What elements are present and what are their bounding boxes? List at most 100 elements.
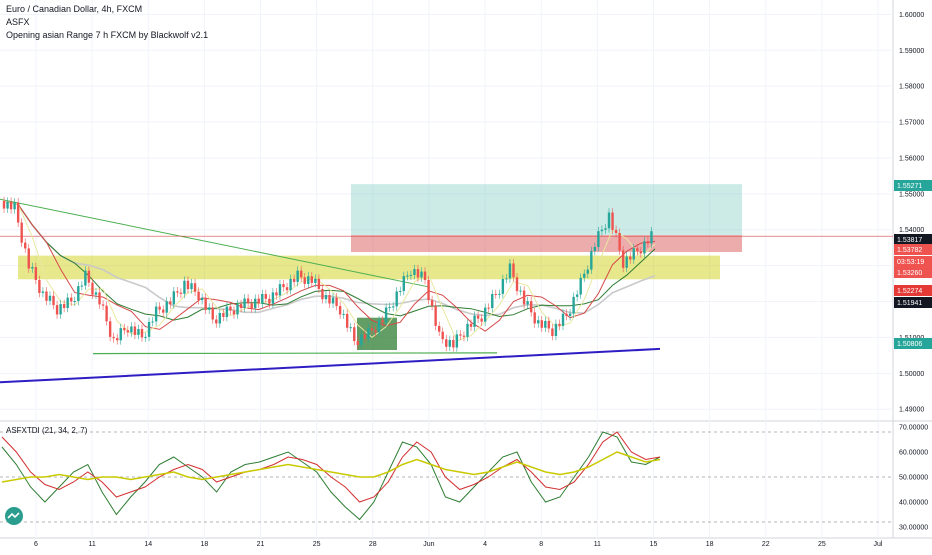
time-tick-label: 11 <box>594 541 601 548</box>
candle-body <box>45 291 48 301</box>
candle-body <box>519 290 522 292</box>
candle-body <box>388 306 391 308</box>
candle-body <box>554 323 558 336</box>
candle-body <box>172 291 176 305</box>
candle-body <box>416 269 420 278</box>
indicator-asian-range-label: Opening asian Range 7 h FXCM by Blackwol… <box>6 30 209 40</box>
candle-body <box>16 202 20 223</box>
candle-body <box>225 306 229 317</box>
candle-body <box>186 280 190 290</box>
price-tag-label: 1.50806 <box>897 341 922 348</box>
candle-body <box>31 267 34 269</box>
support-line <box>92 352 498 355</box>
candle-body <box>94 292 98 295</box>
candle-body <box>296 270 299 282</box>
time-tick-label: Jul <box>874 541 883 548</box>
osc-tick-label: 40.00000 <box>899 500 928 507</box>
candle-body <box>144 336 147 338</box>
candle-body <box>349 327 352 329</box>
candle-body <box>154 306 158 322</box>
candle-body <box>537 320 540 324</box>
candle-body <box>381 320 384 323</box>
candle-body <box>558 323 561 326</box>
candle-body <box>98 292 101 305</box>
osc-tick-label: 60.00000 <box>899 450 928 457</box>
candle-body <box>151 321 154 323</box>
candle-body <box>505 278 508 280</box>
candle-body <box>73 301 76 302</box>
candle-body <box>515 277 519 292</box>
candle-body <box>353 327 356 342</box>
candle-body <box>512 263 515 278</box>
candle-body <box>491 294 494 308</box>
candle-body <box>621 250 625 268</box>
candle-body <box>165 301 168 313</box>
candle-body <box>13 202 16 210</box>
candle-body <box>183 280 186 294</box>
candle-body <box>331 297 335 304</box>
candle-body <box>618 232 621 251</box>
candle-body <box>544 320 547 328</box>
candle-body <box>9 201 13 210</box>
candle-body <box>501 278 505 294</box>
candle-body <box>370 328 374 331</box>
candle-body <box>420 271 423 278</box>
time-tick-label: 18 <box>201 541 209 548</box>
candle-body <box>317 278 321 289</box>
price-tick-label: 1.58000 <box>899 84 924 91</box>
time-tick-label: 21 <box>257 541 265 548</box>
candle-body <box>285 287 289 291</box>
candle-body <box>292 278 296 282</box>
candle-body <box>66 297 69 308</box>
candle-body <box>604 228 607 230</box>
candle-body <box>586 269 589 274</box>
candle-body <box>643 241 646 254</box>
time-tick-label: 25 <box>313 541 321 548</box>
candle-body <box>494 294 497 295</box>
candle-body <box>80 285 84 287</box>
candle-body <box>158 306 161 310</box>
candle-body <box>87 270 91 283</box>
candle-body <box>335 297 338 307</box>
indicator-asfx-label: ASFX <box>6 17 30 27</box>
candle-body <box>579 277 582 295</box>
candle-body <box>208 307 211 310</box>
candle-body <box>374 330 377 333</box>
candle-body <box>607 212 611 229</box>
candle-body <box>204 297 207 310</box>
candle-body <box>476 315 480 319</box>
time-tick-label: 6 <box>34 541 38 548</box>
price-tick-label: 1.50000 <box>899 371 924 378</box>
candle-body <box>2 201 6 209</box>
candle-body <box>101 304 105 306</box>
candle-body <box>434 305 437 326</box>
candle-body <box>222 313 225 317</box>
candle-body <box>423 271 427 280</box>
candle-body <box>625 256 628 268</box>
candle-body <box>38 280 41 293</box>
tradingview-logo-icon <box>5 507 23 525</box>
candle-body <box>462 335 466 337</box>
candle-body <box>469 323 473 327</box>
time-tick-label: 15 <box>650 541 658 548</box>
candle-body <box>399 290 402 292</box>
candle-body <box>112 336 115 339</box>
candle-body <box>179 292 183 294</box>
candle-body <box>70 297 73 302</box>
candle-body <box>377 320 381 333</box>
price-tick-label: 1.59000 <box>899 48 924 55</box>
candle-body <box>328 295 331 304</box>
time-tick-label: 25 <box>818 541 826 548</box>
oscillator-title: ASFXTDI (21, 34, 2, 7) <box>6 426 88 435</box>
price-tick-label: 1.54000 <box>899 227 924 234</box>
candle-body <box>52 295 55 306</box>
candle-body <box>565 313 568 316</box>
candle-body <box>540 320 543 328</box>
candle-body <box>345 313 349 328</box>
candle-body <box>119 328 122 341</box>
candle-body <box>264 294 268 299</box>
candle-body <box>593 246 597 252</box>
candle-body <box>229 306 232 311</box>
candle-body <box>395 291 398 307</box>
candle-body <box>448 339 451 347</box>
